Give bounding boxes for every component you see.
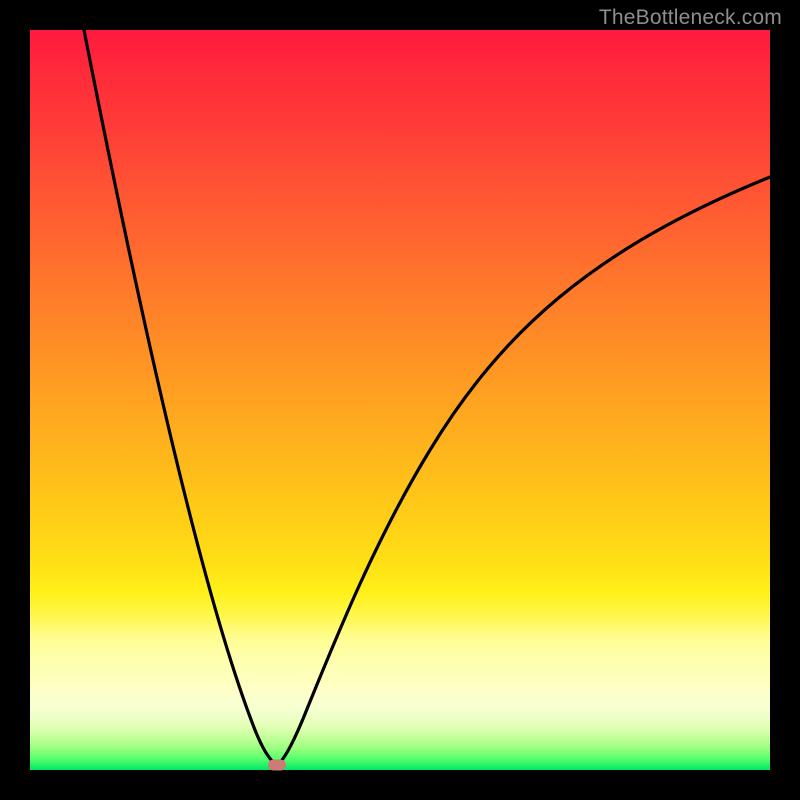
optimal-point-marker <box>268 760 286 771</box>
chart-container: TheBottleneck.com <box>0 0 800 800</box>
plot-area <box>30 30 770 770</box>
bottleneck-curve <box>30 30 770 770</box>
watermark: TheBottleneck.com <box>599 6 782 30</box>
